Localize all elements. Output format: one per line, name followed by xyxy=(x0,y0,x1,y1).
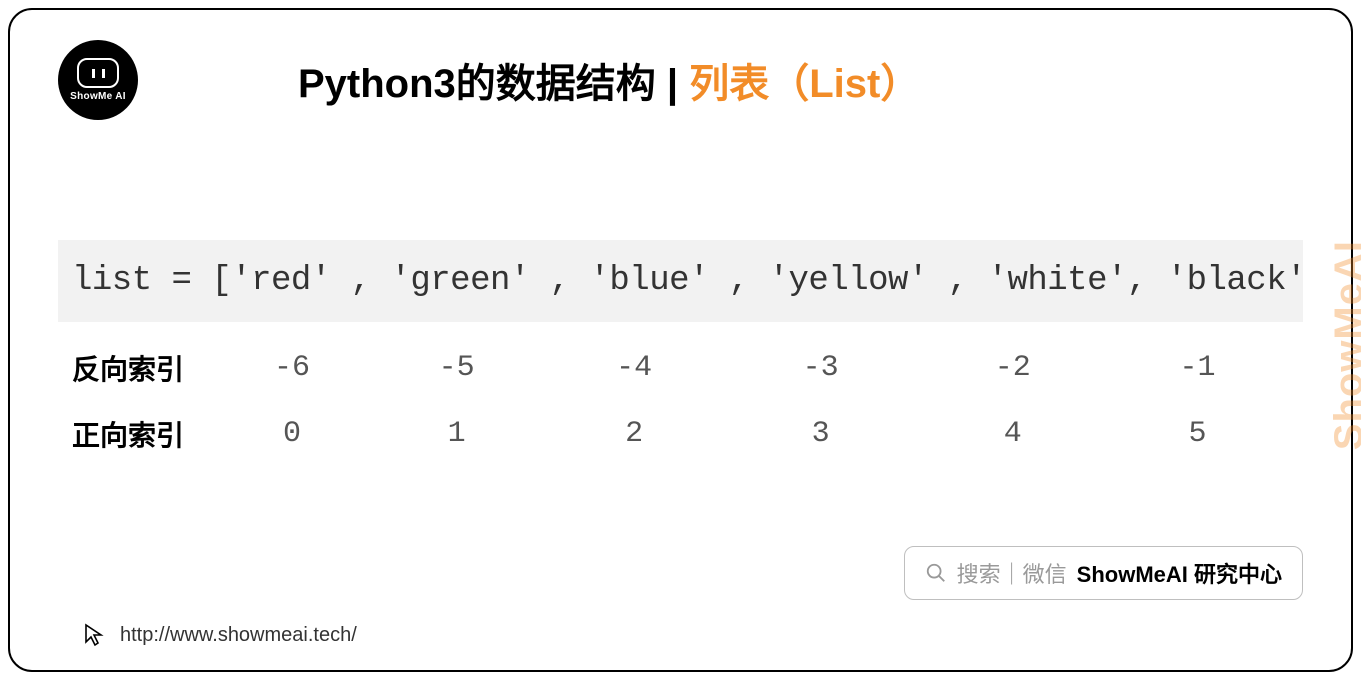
neg-idx: -2 xyxy=(919,351,1106,385)
logo-text: ShowMe AI xyxy=(70,91,126,102)
showmeai-logo: ShowMe AI xyxy=(58,40,138,120)
neg-idx: -5 xyxy=(367,351,546,385)
negative-index-row: 反向索引 -6 -5 -4 -3 -2 -1 xyxy=(58,348,1303,388)
positive-index-values: 0 1 2 3 4 5 xyxy=(217,417,1289,451)
header: ShowMe AI Python3的数据结构 | 列表（List） xyxy=(58,40,1303,120)
pos-idx: 5 xyxy=(1106,417,1289,451)
pos-idx: 4 xyxy=(919,417,1106,451)
title-main: Python3的数据结构 xyxy=(298,62,656,106)
page-title: Python3的数据结构 | 列表（List） xyxy=(298,51,920,109)
negative-index-label: 反向索引 xyxy=(72,348,217,388)
title-accent: 列表（List） xyxy=(689,62,920,106)
footer: http://www.showmeai.tech/ xyxy=(82,622,357,648)
footer-url: http://www.showmeai.tech/ xyxy=(120,624,357,647)
pos-idx: 2 xyxy=(546,417,722,451)
search-hint-box: 搜索｜微信 ShowMeAI 研究中心 xyxy=(904,546,1303,600)
neg-idx: -4 xyxy=(546,351,722,385)
search-bold: ShowMeAI 研究中心 xyxy=(1077,557,1282,589)
pos-idx: 3 xyxy=(722,417,920,451)
negative-index-values: -6 -5 -4 -3 -2 -1 xyxy=(217,351,1289,385)
content-frame: ShowMe AI Python3的数据结构 | 列表（List） list =… xyxy=(8,8,1353,672)
positive-index-row: 正向索引 0 1 2 3 4 5 xyxy=(58,414,1303,454)
title-sep: | xyxy=(656,62,689,106)
neg-idx: -1 xyxy=(1106,351,1289,385)
pos-idx: 0 xyxy=(217,417,367,451)
cursor-icon xyxy=(82,622,106,648)
neg-idx: -3 xyxy=(722,351,920,385)
pos-idx: 1 xyxy=(367,417,546,451)
code-example: list = ['red' , 'green' , 'blue' , 'yell… xyxy=(58,240,1303,322)
neg-idx: -6 xyxy=(217,351,367,385)
search-prefix: 搜索｜微信 xyxy=(957,557,1067,589)
positive-index-label: 正向索引 xyxy=(72,414,217,454)
search-icon xyxy=(925,562,947,584)
robot-face-icon xyxy=(77,58,119,88)
watermark-text: ShowMeAI xyxy=(1327,240,1361,450)
